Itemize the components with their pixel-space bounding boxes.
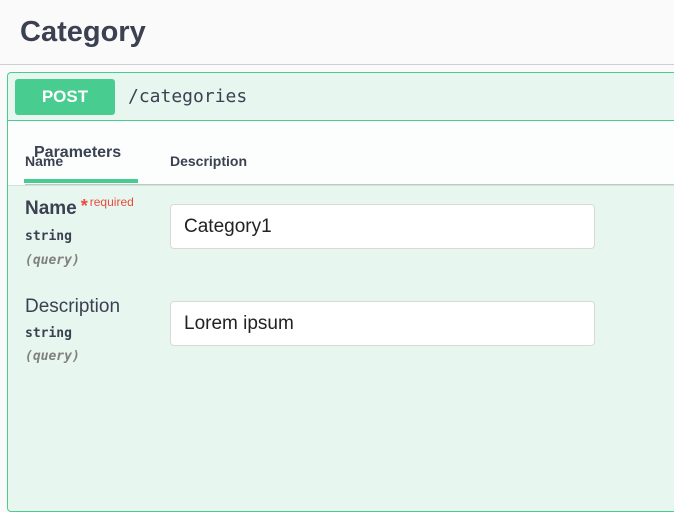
required-asterisk: * [80, 196, 88, 216]
parameters-section-header: Parameters [8, 121, 674, 186]
endpoint-path: /categories [128, 86, 248, 107]
param-name-label: Name * required [25, 195, 134, 220]
param-description-location: (query) [25, 349, 80, 364]
operation-block-post-categories: POST /categories Parameters [7, 72, 674, 512]
param-description-type: string [25, 326, 72, 341]
param-name-location: (query) [25, 253, 80, 268]
header-divider [25, 184, 674, 185]
column-header-description: Description [170, 153, 248, 169]
tab-active-indicator [24, 179, 138, 183]
tag-header[interactable]: Category [0, 0, 674, 65]
tag-title: Category [20, 16, 146, 48]
tab-parameters[interactable]: Parameters [24, 121, 138, 183]
required-label: required [89, 195, 134, 209]
param-description-label: Description [25, 296, 121, 317]
method-badge: POST [15, 79, 115, 115]
description-input[interactable] [170, 301, 595, 346]
operation-summary[interactable]: POST /categories [8, 73, 674, 121]
param-name-type: string [25, 229, 72, 244]
column-header-name: Name [25, 153, 64, 169]
param-name-text: Name [25, 198, 77, 219]
name-input[interactable] [170, 204, 595, 249]
